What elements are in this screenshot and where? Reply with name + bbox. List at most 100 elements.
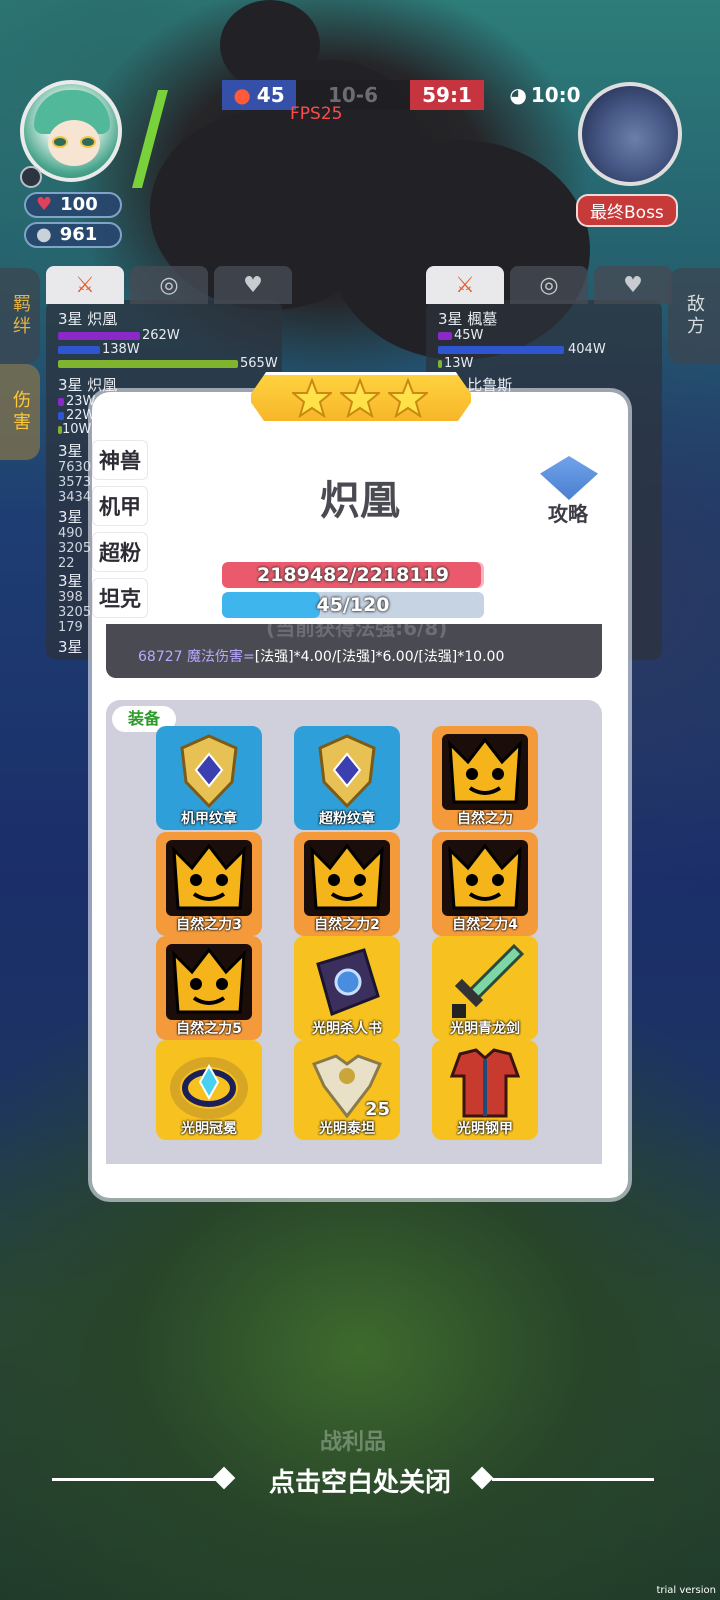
mana-bar: 45/120 [222, 592, 484, 618]
ally-row-name: 3星 [58, 508, 83, 526]
ally-row-values: 398 3205 179 [58, 590, 92, 635]
hearts-pill: ♥ 100 [24, 192, 122, 218]
energy-bar-icon [132, 90, 168, 188]
healing-heart-icon[interactable]: ♥ [594, 266, 672, 304]
boss-avatar[interactable] [578, 82, 682, 186]
star-icon [340, 378, 380, 418]
trait-tab-tank[interactable]: 坦克 [92, 578, 148, 618]
sword-icon [452, 943, 525, 1018]
spellbook-icon [316, 948, 380, 1017]
trait-tab-superfan[interactable]: 超粉 [92, 532, 148, 572]
skill-formula: 68727 魔法伤害=[法强]*4.00/[法强]*6.00/[法强]*10.0… [138, 646, 504, 666]
ally-damage-value: 23W [66, 394, 96, 409]
ally-stat-tabs: ⚔ ◎ ♥ [46, 266, 292, 304]
enemy-damage-value: 404W [568, 342, 606, 357]
equip-item[interactable]: 光明钢甲 [432, 1040, 538, 1140]
fps-counter: FPS25 [290, 104, 343, 124]
clock-icon: ◕ [509, 83, 527, 107]
ally-row-name: 3星 炽凰 [58, 310, 118, 328]
equip-item[interactable]: 超粉纹章 [294, 726, 400, 830]
damage-sword-icon[interactable]: ⚔ [426, 266, 504, 304]
guide-label: 攻略 [548, 502, 588, 526]
enemy-damage-value: 45W [454, 328, 484, 343]
ally-damage-bar [58, 346, 100, 354]
equip-item[interactable]: 自然之力5 [156, 936, 262, 1040]
loot-label: 战利品 [320, 1430, 387, 1455]
star-rating [248, 372, 474, 424]
ally-row-name: 3星 [58, 442, 83, 460]
ally-damage-value: 22W [66, 408, 96, 423]
ally-damage-value: 10W [62, 422, 92, 437]
trait-tabs: 神兽 机甲 超粉 坦克 [92, 440, 154, 624]
enemy-damage-value: 13W [444, 356, 474, 371]
ally-damage-value: 138W [102, 342, 140, 357]
ally-damage-value: 262W [142, 328, 180, 343]
mana-text: 45/120 [316, 594, 390, 616]
shield-emblem-icon [318, 734, 376, 809]
ally-row-values: 7630 3573 3434 [58, 460, 92, 505]
ally-damage-bar [58, 332, 140, 340]
star-icon [292, 378, 332, 418]
tab-damage[interactable]: 伤害 [0, 364, 40, 460]
defense-shield-icon[interactable]: ◎ [130, 266, 208, 304]
enemy-damage-bar [438, 332, 452, 340]
graduation-cap-icon [540, 456, 598, 500]
skill-description: (当前获得法强:6/8) 68727 魔法伤害=[法强]*4.00/[法强]*6… [106, 624, 602, 678]
equip-item[interactable]: 机甲纹章 [156, 726, 262, 830]
coin-icon: ● [36, 224, 52, 245]
smoke-cloud [220, 0, 320, 90]
equip-item[interactable]: 光明杀人书 [294, 936, 400, 1040]
coins-pill: ● 961 [24, 222, 122, 248]
damage-sword-icon[interactable]: ⚔ [46, 266, 124, 304]
score-left: ● 45 [222, 80, 296, 110]
trait-tab-mech[interactable]: 机甲 [92, 486, 148, 526]
guide-button[interactable]: 攻略 [534, 456, 602, 528]
trial-watermark: trial version [656, 1585, 716, 1596]
hero-name: 炽凰 [320, 478, 400, 524]
equip-item[interactable]: 自然之力 [432, 726, 538, 830]
equip-item[interactable]: 光明冠冕 [156, 1040, 262, 1140]
coins-value: 961 [59, 224, 98, 245]
hp-text: 2189482/2218119 [256, 564, 450, 586]
crown-ring-icon [170, 1057, 248, 1119]
settings-gear-icon[interactable] [20, 166, 42, 188]
enemy-damage-bar [438, 360, 442, 368]
shield-emblem-icon [180, 734, 238, 809]
ally-damage-bar [58, 412, 64, 420]
score-right: 59:1 [410, 80, 484, 110]
hp-bar: 2189482/2218119 [222, 562, 484, 588]
equip-item[interactable]: 自然之力4 [432, 832, 538, 936]
enemy-row-name: 3星 楓墓 [438, 310, 498, 328]
heart-icon: ♥ [36, 194, 53, 215]
crown-face-icon [448, 843, 522, 910]
ally-row-name: 3星 [58, 638, 83, 656]
ally-damage-bar [58, 360, 238, 368]
enemy-stat-tabs: ⚔ ◎ ♥ [426, 266, 672, 304]
ally-damage-value: 565W [240, 356, 278, 371]
equip-item[interactable]: 自然之力3 [156, 832, 262, 936]
crown-face-icon [172, 947, 246, 1014]
crown-face-icon [172, 843, 246, 910]
trait-tab-beast[interactable]: 神兽 [92, 440, 148, 480]
equip-item[interactable]: 自然之力2 [294, 832, 400, 936]
equip-item[interactable]: 25 光明泰坦 [294, 1040, 400, 1140]
defense-shield-icon[interactable]: ◎ [510, 266, 588, 304]
tab-bonds[interactable]: 羁绊 [0, 268, 40, 364]
skill-cut-text: (当前获得法强:6/8) [266, 624, 448, 640]
boss-label: 最终Boss [576, 194, 678, 227]
healing-heart-icon[interactable]: ♥ [214, 266, 292, 304]
round-timer: ◕ 10:0 [509, 83, 581, 107]
fire-icon: ● [233, 83, 251, 107]
skill-prefix: 68727 魔法伤害= [138, 649, 255, 665]
ally-row-values: 490 3205 22 [58, 526, 92, 571]
skill-formula-text: [法强]*4.00/[法强]*6.00/[法强]*10.00 [254, 649, 505, 665]
enemy-damage-bar [438, 346, 564, 354]
item-stack-count: 25 [364, 1099, 390, 1120]
ally-damage-bar [58, 398, 64, 406]
hint-divider-right [492, 1478, 654, 1481]
equip-item[interactable]: 光明青龙剑 [432, 936, 538, 1040]
crown-face-icon [310, 843, 384, 910]
tab-enemy[interactable]: 敌方 [668, 268, 720, 364]
hearts-value: 100 [60, 194, 98, 215]
crown-face-icon [448, 737, 522, 804]
